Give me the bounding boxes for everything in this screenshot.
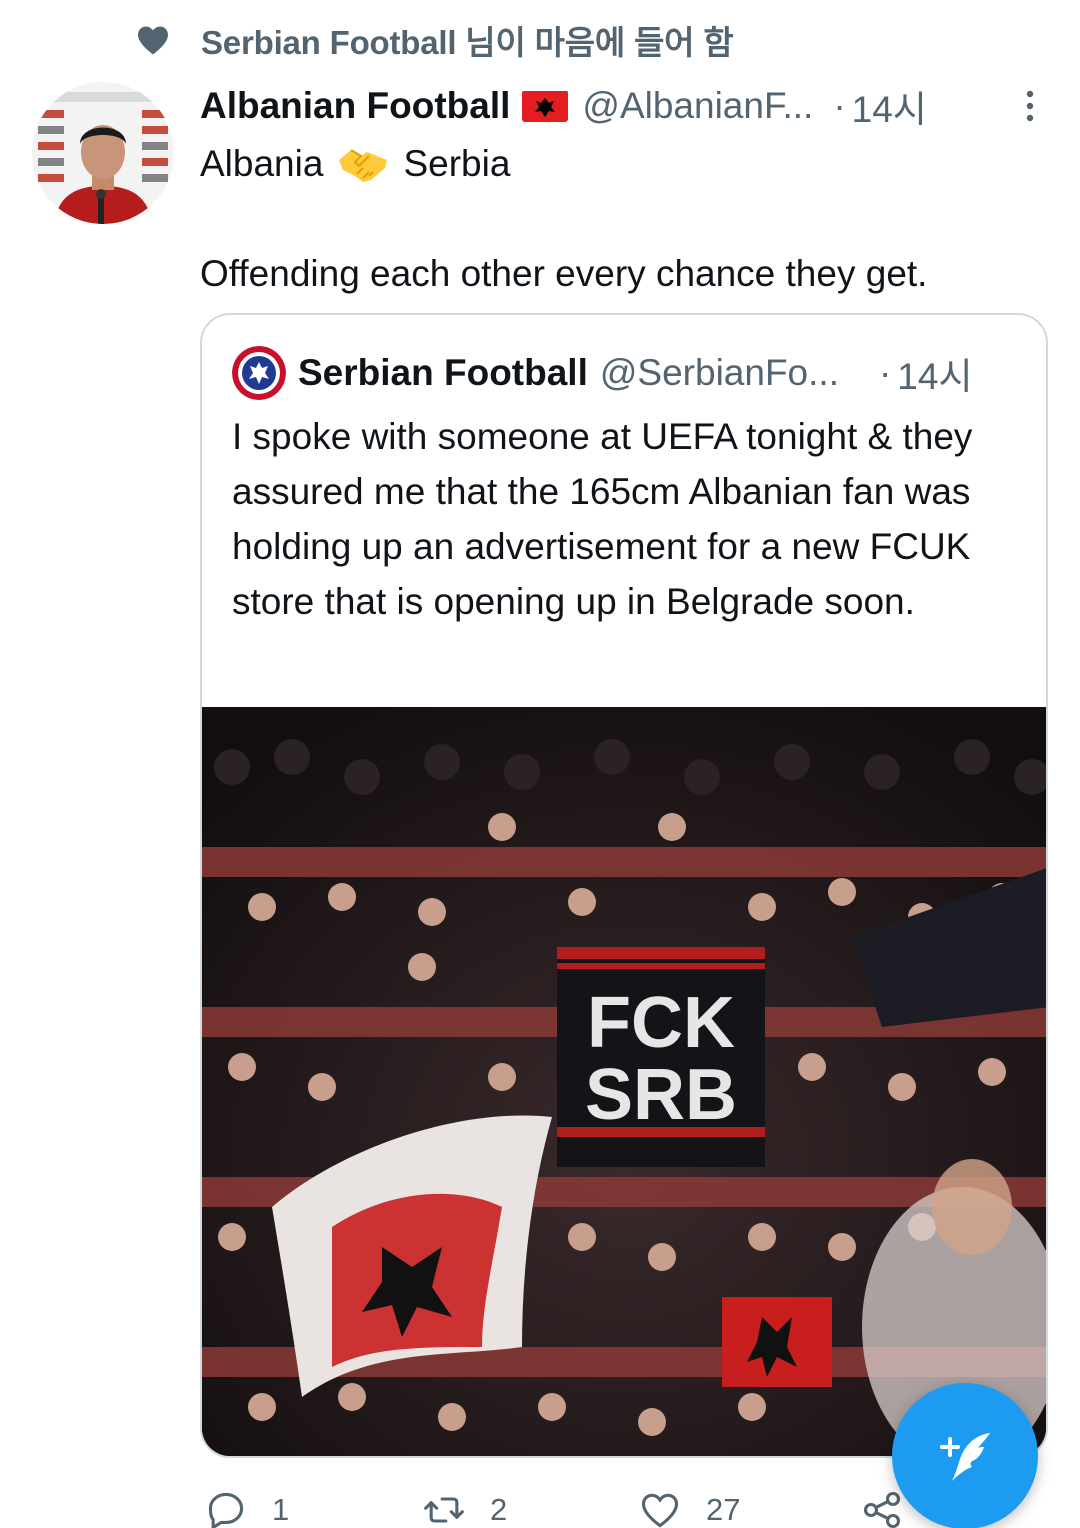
retweet-button[interactable]: 2 xyxy=(422,1488,507,1528)
separator-dot: · xyxy=(833,85,846,126)
tweet-time[interactable]: 14시 xyxy=(852,79,927,133)
retweet-icon xyxy=(424,1497,464,1523)
reply-button[interactable]: 1 xyxy=(204,1488,289,1528)
compose-tweet-button[interactable] xyxy=(892,1383,1038,1528)
banner-text-line2: SRB xyxy=(585,1055,737,1135)
tweet-text-body: Offending each other every chance they g… xyxy=(200,253,928,294)
reply-icon xyxy=(208,1492,244,1528)
quote-handle[interactable]: @SerbianFo... xyxy=(600,352,839,394)
tweet-text-albania: Albania xyxy=(200,143,324,184)
tweet-header: Albanian Football @AlbanianF... · 14시 xyxy=(200,80,1050,132)
retweet-count: 2 xyxy=(490,1492,508,1527)
tweet-text: Albania Serbia Offending each other ever… xyxy=(200,136,1060,302)
author-avatar[interactable] xyxy=(32,82,174,224)
banner-text-line1: FCK xyxy=(587,983,735,1063)
tweet-text-serbia: Serbia xyxy=(403,143,511,184)
reply-count: 1 xyxy=(272,1492,290,1527)
heart-icon xyxy=(138,26,168,55)
more-options-icon[interactable] xyxy=(1020,86,1040,126)
share-icon xyxy=(863,1491,901,1528)
social-context-text: Serbian Football 님이 마음에 들어 함 xyxy=(201,24,734,61)
handshake-icon xyxy=(339,149,388,182)
compose-tweet-icon xyxy=(940,1433,990,1481)
quote-text: I spoke with someone at UEFA tonight & t… xyxy=(232,416,973,622)
quote-header: Serbian Football @SerbianFo... · 14시 xyxy=(232,345,1032,401)
quote-display-name[interactable]: Serbian Football xyxy=(298,352,588,394)
quote-time: 14시 xyxy=(897,356,973,397)
like-icon xyxy=(641,1493,679,1528)
avatar-image xyxy=(32,82,174,224)
author-display-name[interactable]: Albanian Football xyxy=(200,85,510,127)
like-button[interactable]: 27 xyxy=(638,1488,740,1528)
author-handle[interactable]: @AlbanianF... xyxy=(582,85,813,127)
tweet-text-line: Albania Serbia xyxy=(200,136,1060,192)
tweet-text-line: Offending each other every chance they g… xyxy=(200,246,1060,302)
tweet-actions: 1 2 27 xyxy=(200,1482,960,1528)
quote-tweet-card[interactable]: Serbian Football @SerbianFo... · 14시 I s… xyxy=(200,313,1048,1458)
albania-flag-icon xyxy=(522,90,569,122)
quote-avatar xyxy=(232,346,286,400)
social-context[interactable]: Serbian Football 님이 마음에 들어 함 xyxy=(135,18,734,62)
separator-dot: · xyxy=(878,352,892,393)
quote-media-image[interactable]: FCK SRB xyxy=(202,707,1046,1456)
like-count: 27 xyxy=(706,1492,741,1527)
